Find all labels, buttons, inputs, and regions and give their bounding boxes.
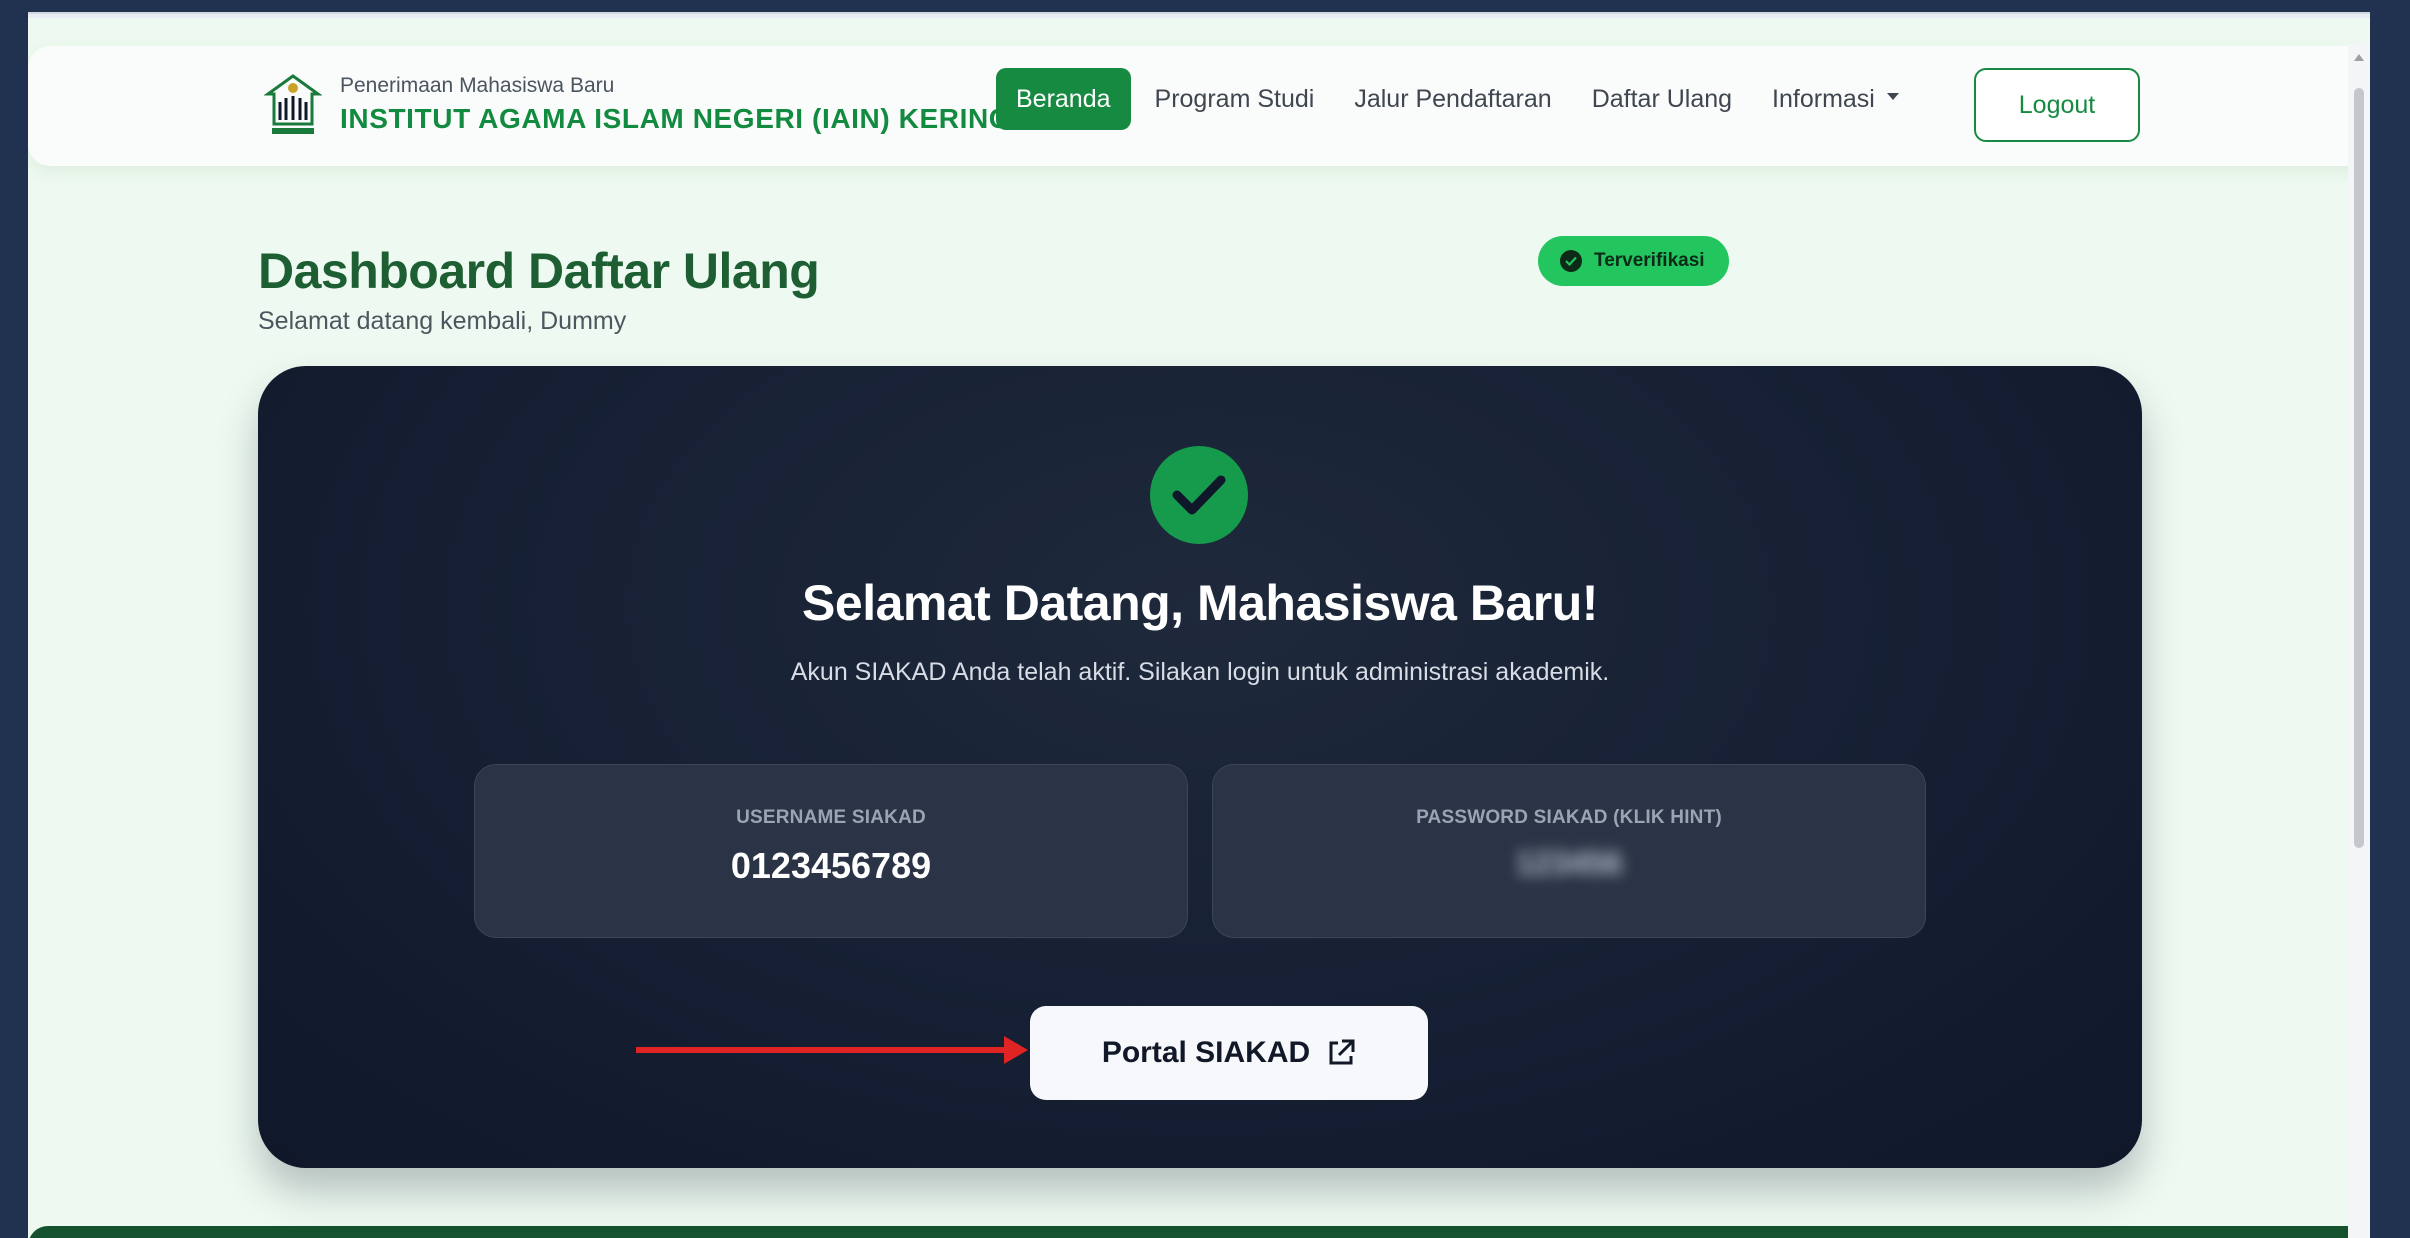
scroll-up-icon[interactable] [2354, 54, 2364, 61]
footer-band [28, 1226, 2370, 1238]
nav-informasi-label: Informasi [1772, 84, 1875, 113]
logout-button[interactable]: Logout [1974, 68, 2140, 142]
password-label: PASSWORD SIAKAD (KLIK HINT) [1416, 807, 1722, 828]
username-box: USERNAME SIAKAD 0123456789 [474, 764, 1188, 938]
welcome-card: Selamat Datang, Mahasiswa Baru! Akun SIA… [258, 366, 2142, 1168]
window-top-strip [28, 14, 2370, 18]
brand[interactable]: Penerimaan Mahasiswa Baru INSTITUT AGAMA… [264, 72, 1018, 138]
welcome-description: Akun SIAKAD Anda telah aktif. Silakan lo… [790, 658, 1610, 686]
username-label: USERNAME SIAKAD [736, 807, 926, 828]
password-value[interactable]: 123456 [1213, 845, 1925, 882]
chevron-down-icon [1886, 92, 1899, 100]
status-badge-label: Terverifikasi [1594, 250, 1705, 271]
check-circle-icon [1560, 250, 1582, 272]
scrollbar[interactable] [2348, 44, 2370, 1238]
nav-informasi-dropdown[interactable]: Informasi [1752, 68, 1919, 130]
brand-subtitle: Penerimaan Mahasiswa Baru [340, 74, 615, 97]
welcome-title: Selamat Datang, Mahasiswa Baru! [802, 575, 1598, 631]
portal-siakad-label: Portal SIAKAD [1101, 1036, 1311, 1069]
password-box[interactable]: PASSWORD SIAKAD (KLIK HINT) 123456 [1212, 764, 1926, 938]
annotation-arrow-line [636, 1047, 1008, 1053]
nav-jalur-pendaftaran[interactable]: Jalur Pendaftaran [1334, 68, 1571, 130]
nav-program-studi[interactable]: Program Studi [1135, 68, 1335, 130]
mosque-logo-icon [264, 74, 322, 134]
check-circle-icon [1150, 446, 1248, 544]
annotation-arrow-head [1004, 1036, 1028, 1064]
external-link-icon [1329, 1039, 1355, 1065]
page-title: Dashboard Daftar Ulang [258, 243, 820, 299]
navbar: Penerimaan Mahasiswa Baru INSTITUT AGAMA… [28, 46, 2370, 166]
portal-siakad-button[interactable]: Portal SIAKAD [1030, 1006, 1428, 1100]
nav-beranda[interactable]: Beranda [996, 68, 1131, 130]
username-value: 0123456789 [730, 845, 932, 886]
status-badge: Terverifikasi [1538, 236, 1729, 286]
brand-title: INSTITUT AGAMA ISLAM NEGERI (IAIN) KERIN… [340, 103, 1018, 134]
nav-daftar-ulang[interactable]: Daftar Ulang [1572, 68, 1752, 130]
browser-viewport: Penerimaan Mahasiswa Baru INSTITUT AGAMA… [28, 12, 2370, 1238]
scroll-thumb[interactable] [2354, 88, 2364, 848]
page-subtitle: Selamat datang kembali, Dummy [258, 307, 627, 335]
nav-links: Beranda Program Studi Jalur Pendaftaran … [996, 68, 1919, 130]
